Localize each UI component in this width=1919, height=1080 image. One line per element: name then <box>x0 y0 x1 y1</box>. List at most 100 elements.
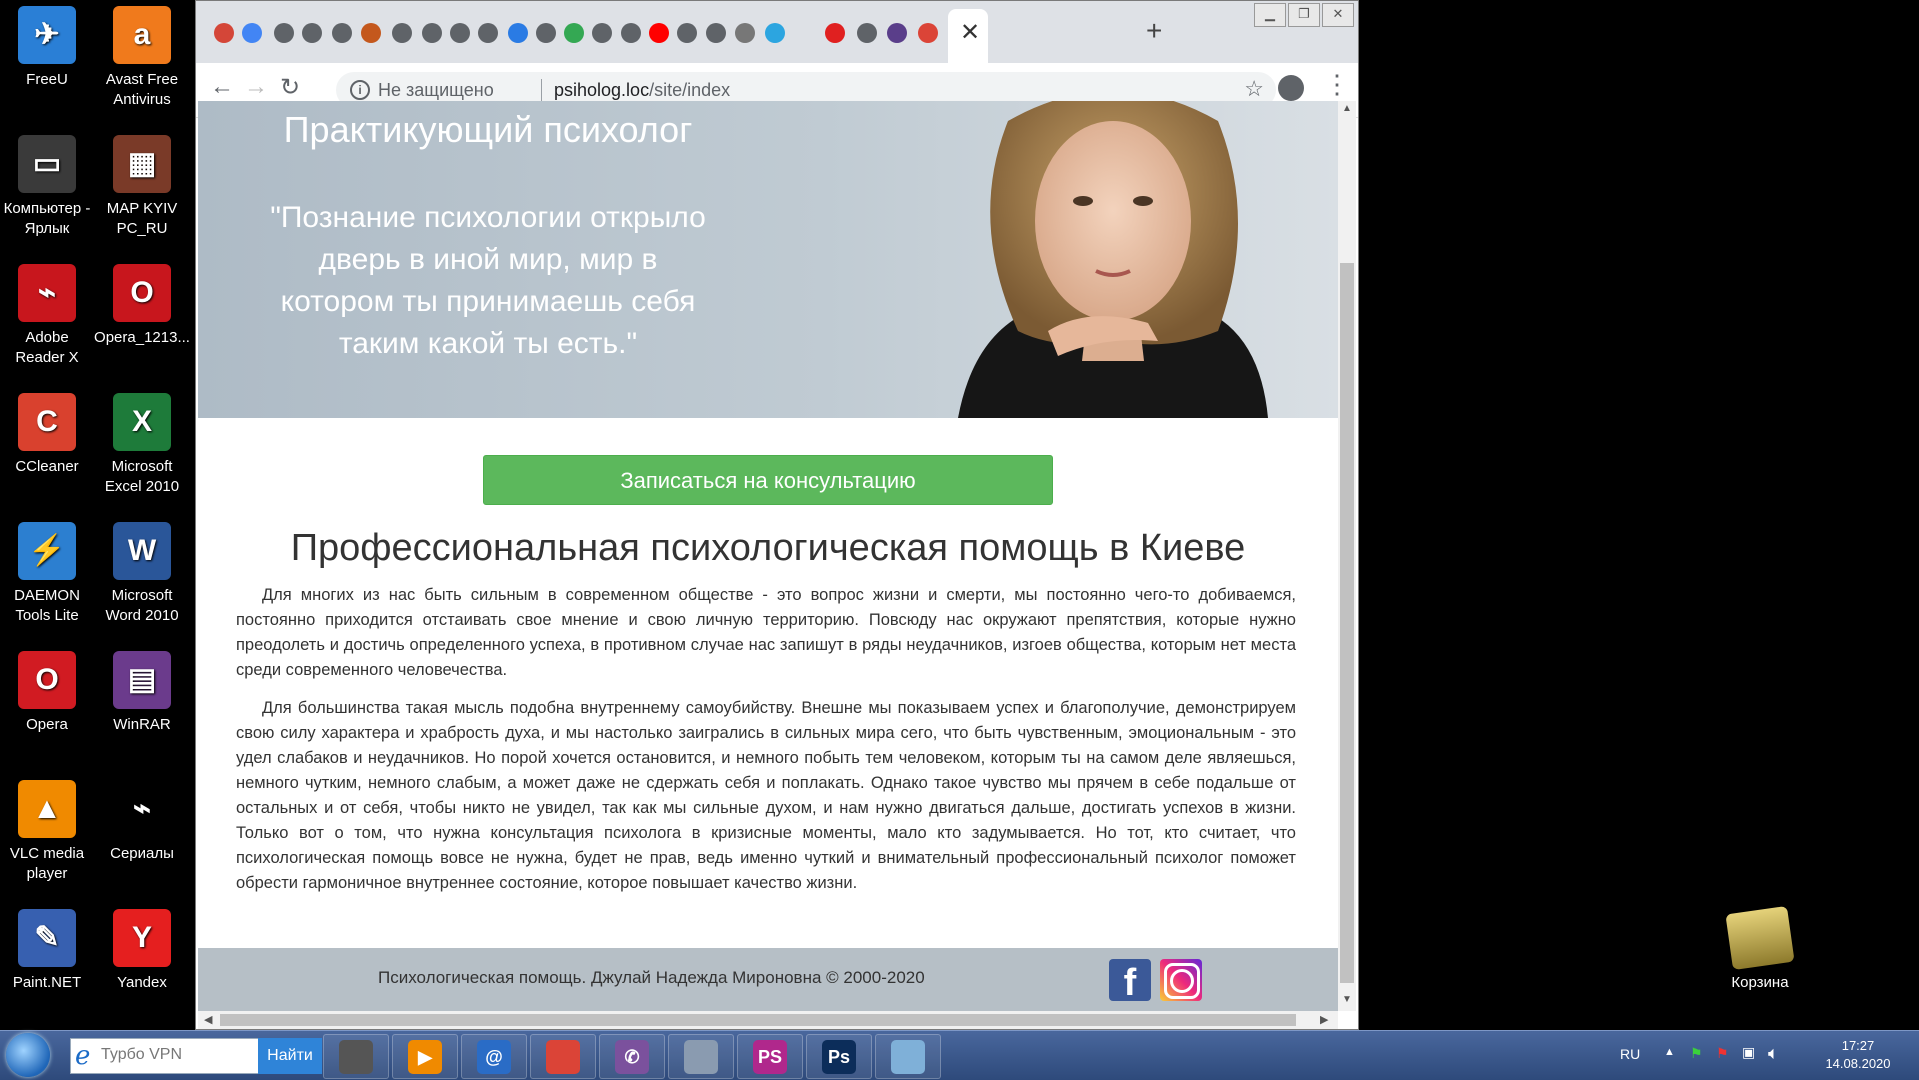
reload-button[interactable]: ↻ <box>280 73 300 102</box>
tab-favicon-icon[interactable] <box>621 23 641 43</box>
scroll-right-arrow-icon[interactable]: ▶ <box>1320 1013 1328 1026</box>
new-tab-button[interactable]: + <box>1146 15 1162 47</box>
tab-favicon-icon[interactable] <box>887 23 907 43</box>
desktop-icon[interactable]: Y Yandex <box>94 909 190 993</box>
taskbar-app-photoshop[interactable]: Ps <box>806 1034 872 1079</box>
desktop-icon[interactable]: ✈ FreeU <box>0 6 95 90</box>
url-text[interactable]: psiholog.loc/site/index <box>554 80 730 101</box>
horizontal-scrollbar[interactable]: ◀ ▶ <box>198 1011 1338 1029</box>
desktop-icon[interactable]: ⌁ Adobe Reader X <box>0 264 95 368</box>
tab-favicon-icon[interactable] <box>825 23 845 43</box>
tab-favicon-icon[interactable] <box>706 23 726 43</box>
taskbar-app-mail[interactable]: @ <box>461 1034 527 1079</box>
desktop-icon[interactable]: ⚡ DAEMON Tools Lite <box>0 522 95 626</box>
desktop-icon[interactable]: ▤ WinRAR <box>94 651 190 735</box>
horizontal-scroll-thumb[interactable] <box>220 1014 1296 1026</box>
tray-expand-icon[interactable]: ▲ <box>1664 1046 1675 1058</box>
vertical-scrollbar[interactable]: ▲ ▼ <box>1338 101 1356 1011</box>
clock-time: 17:27 <box>1841 1038 1875 1053</box>
app-icon: ▤ <box>113 651 171 709</box>
tab-favicon-icon[interactable] <box>564 23 584 43</box>
tab-favicon-icon[interactable] <box>302 23 322 43</box>
tab-favicon-icon[interactable] <box>918 23 938 43</box>
taskbar-app-media-player[interactable]: ▶ <box>392 1034 458 1079</box>
desktop-icon[interactable]: ▭ Компьютер - Ярлык <box>0 135 95 239</box>
tab-close-icon[interactable]: ✕ <box>960 18 980 47</box>
desktop-icon[interactable]: ✎ Paint.NET <box>0 909 95 993</box>
intro-paragraph-2: Для большинства такая мысль подобна внут… <box>236 699 1296 892</box>
tab-favicon-icon[interactable] <box>677 23 697 43</box>
back-button[interactable]: ← <box>210 73 234 101</box>
taskbar-app-calculator[interactable] <box>668 1034 734 1079</box>
scroll-up-arrow-icon[interactable]: ▲ <box>1342 103 1352 114</box>
tab-favicon-icon[interactable] <box>274 23 294 43</box>
browser-menu-icon[interactable]: ⋮ <box>1324 71 1350 97</box>
tab-favicon-icon[interactable] <box>536 23 556 43</box>
ie-logo-icon: e <box>75 1041 91 1071</box>
vertical-scroll-thumb[interactable] <box>1340 263 1354 983</box>
desktop-icon[interactable]: a Avast Free Antivirus <box>94 6 190 110</box>
app-icon: ✎ <box>18 909 76 967</box>
tab-favicon-icon[interactable] <box>450 23 470 43</box>
flag-icon[interactable]: ⚑ <box>1690 1045 1703 1062</box>
network-icon[interactable]: ▣ <box>1742 1044 1755 1061</box>
page-footer: Психологическая помощь. Джулай Надежда М… <box>198 948 1338 1011</box>
taskbar-app-phpstorm[interactable]: PS <box>737 1034 803 1079</box>
desktop-icon[interactable]: C CCleaner <box>0 393 95 477</box>
facebook-icon[interactable]: f <box>1109 959 1151 1004</box>
tab-favicon-icon[interactable] <box>361 23 381 43</box>
scroll-left-arrow-icon[interactable]: ◀ <box>204 1013 212 1026</box>
taskbar-app-viber[interactable]: ✆ <box>599 1034 665 1079</box>
minimize-button[interactable]: ▁ <box>1254 3 1286 27</box>
recycle-bin-icon[interactable]: Корзина <box>1710 905 1810 991</box>
info-icon[interactable]: i <box>350 80 370 100</box>
taskbar-app-notes[interactable] <box>875 1034 941 1079</box>
tab-favicon-icon[interactable] <box>765 23 785 43</box>
system-clock[interactable]: 17:27 14.08.2020 <box>1818 1037 1898 1073</box>
tab-favicon-icon[interactable] <box>857 23 877 43</box>
taskbar-search-field[interactable]: e Турбо VPN <box>70 1038 260 1074</box>
desktop-icon[interactable]: ▲ VLC media player <box>0 780 95 884</box>
desktop-icon[interactable]: O Opera_1213... <box>94 264 190 348</box>
tab-favicon-icon[interactable] <box>214 23 234 43</box>
close-window-button[interactable]: ✕ <box>1322 3 1354 27</box>
desktop-icon[interactable]: ▦ MAP KYIV PC_RU <box>94 135 190 239</box>
tab-favicon-icon[interactable] <box>332 23 352 43</box>
phpstorm-icon: PS <box>753 1039 787 1074</box>
taskbar-app-printer[interactable] <box>323 1034 389 1079</box>
tab-favicon-icon[interactable] <box>649 23 669 43</box>
psychologist-portrait <box>958 101 1268 418</box>
scroll-down-arrow-icon[interactable]: ▼ <box>1342 994 1352 1005</box>
language-indicator[interactable]: RU <box>1620 1046 1640 1062</box>
desktop-icon-label: Opera <box>26 716 68 733</box>
tab-favicon-icon[interactable] <box>735 23 755 43</box>
url-host: psiholog.loc <box>554 80 650 100</box>
tab-favicon-icon[interactable] <box>242 23 262 43</box>
network-error-icon[interactable]: ⚑ <box>1716 1045 1729 1062</box>
desktop-icon[interactable]: X Microsoft Excel 2010 <box>94 393 190 497</box>
tab-favicon-icon[interactable] <box>478 23 498 43</box>
volume-icon[interactable]: 🔈︎ <box>1768 1043 1779 1064</box>
maximize-button[interactable]: ❐ <box>1288 3 1320 27</box>
tab-favicon-icon[interactable] <box>392 23 412 43</box>
notes-icon <box>891 1039 925 1074</box>
tab-favicon-icon[interactable] <box>422 23 442 43</box>
desktop-icon[interactable]: ⌁ Сериалы <box>94 780 190 864</box>
bookmark-star-icon[interactable]: ☆ <box>1244 76 1264 102</box>
book-consultation-button[interactable]: Записаться на консультацию <box>483 455 1053 505</box>
instagram-icon[interactable] <box>1160 959 1202 1001</box>
tab-favicon-icon[interactable] <box>508 23 528 43</box>
mail-icon: @ <box>477 1039 511 1074</box>
start-button[interactable] <box>6 1033 50 1077</box>
desktop-icon[interactable]: O Opera <box>0 651 95 735</box>
forward-button[interactable]: → <box>244 73 268 101</box>
profile-avatar-icon[interactable] <box>1278 75 1304 101</box>
tab-strip: ✕ + ▁ ❐ ✕ <box>196 1 1358 63</box>
find-button[interactable]: Найти <box>258 1038 322 1074</box>
desktop-icon[interactable]: W Microsoft Word 2010 <box>94 522 190 626</box>
address-separator <box>541 79 542 101</box>
taskbar-app-chrome[interactable] <box>530 1034 596 1079</box>
app-icon: C <box>18 393 76 451</box>
desktop-icon-label: DAEMON Tools Lite <box>14 587 80 624</box>
tab-favicon-icon[interactable] <box>592 23 612 43</box>
